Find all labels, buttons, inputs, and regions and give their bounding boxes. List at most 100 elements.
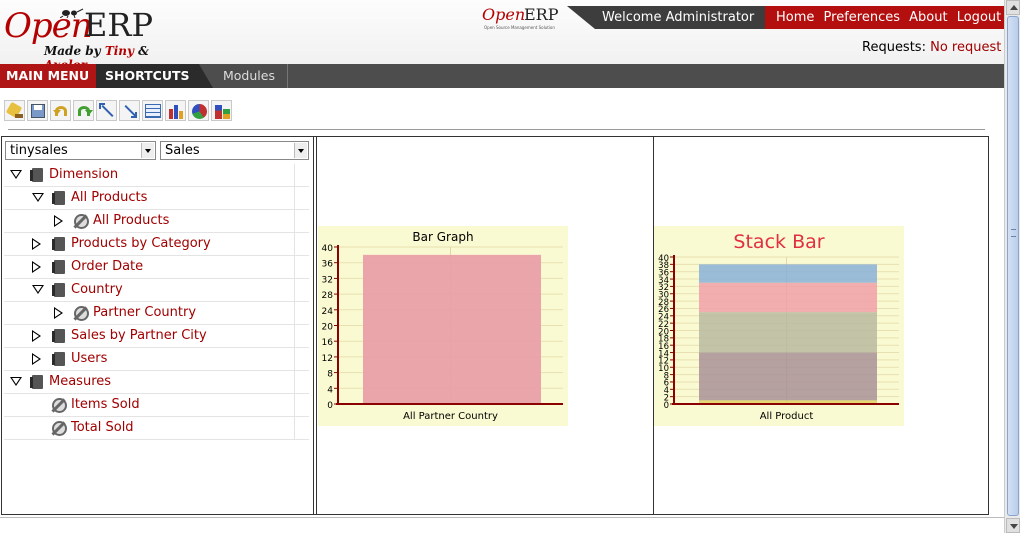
expand-toggle-icon[interactable] <box>54 215 63 227</box>
expand-toggle-icon[interactable] <box>32 261 41 273</box>
view-select[interactable]: Sales <box>160 141 309 160</box>
expand-toggle-icon[interactable] <box>32 353 41 365</box>
tree-item-label[interactable]: Partner Country <box>93 305 196 320</box>
collapse-toggle-icon[interactable] <box>10 377 22 386</box>
undo-icon[interactable] <box>50 100 71 121</box>
tree-row[interactable]: Products by Category <box>4 233 309 256</box>
chart-svg: Bar Graph 0 4 8 12 16 20 24 28 32 36 40 All Partner … <box>322 230 563 422</box>
view-select-value: Sales <box>165 143 200 158</box>
y-tick-label: 12 <box>322 354 333 364</box>
logout-link[interactable]: Logout <box>957 10 1002 25</box>
tree-item-label[interactable]: Order Date <box>71 259 143 274</box>
tree-item-label[interactable]: Measures <box>49 374 111 389</box>
tree-row[interactable]: Total Sold <box>4 417 309 440</box>
tree-row[interactable]: Users <box>4 348 309 371</box>
requests-value[interactable]: No request <box>930 40 1001 55</box>
vertical-scrollbar[interactable] <box>1004 0 1020 533</box>
y-tick-label: 16 <box>322 338 334 348</box>
gear-icon <box>74 214 89 229</box>
tree-row[interactable]: Order Date <box>4 256 309 279</box>
expand-toggle-icon[interactable] <box>54 307 63 319</box>
menu-bar: MAIN MENU SHORTCUTS Modules <box>0 64 1004 88</box>
header: Open ERP Made by Tiny & Axelor Open ERP … <box>0 0 1004 72</box>
chart-title: Bar Graph <box>412 230 473 244</box>
tree-row[interactable]: Partner Country <box>4 302 309 325</box>
dimension-pane: tinysales Sales Dimension All Products All… <box>2 137 314 514</box>
tree-column-divider <box>294 256 295 279</box>
tagline-prefix: Made by <box>44 44 105 58</box>
table-view-icon[interactable] <box>142 100 163 121</box>
top-links: Home Preferences About Logout <box>765 6 1004 29</box>
bar <box>363 254 541 404</box>
tree-column-divider <box>294 187 295 210</box>
tree-column-divider <box>294 302 295 325</box>
tree-item-label[interactable]: Sales by Partner City <box>71 328 207 343</box>
tree-column-divider <box>294 325 295 348</box>
y-tick-label: 0 <box>327 401 333 411</box>
tree-item-label[interactable]: All Products <box>71 190 147 205</box>
folder-icon <box>52 237 65 251</box>
dimension-tree: Dimension All Products All Products Product… <box>4 164 309 440</box>
bar-graph-chart: Bar Graph 0 4 8 12 16 20 24 28 32 36 40 All Partner … <box>318 226 568 426</box>
chevron-down-icon[interactable] <box>141 143 154 158</box>
tree-row[interactable]: All Products <box>4 210 309 233</box>
folder-icon <box>30 375 43 389</box>
collapse-toggle-icon[interactable] <box>10 170 22 179</box>
y-tick-label: 36 <box>322 260 334 270</box>
expand-icon[interactable] <box>96 100 117 121</box>
collapse-icon[interactable] <box>119 100 140 121</box>
small-logo-subtitle: Open Source Management Solution <box>484 25 555 30</box>
y-tick-label: 40 <box>322 244 334 254</box>
tree-row[interactable]: Measures <box>4 371 309 394</box>
tree-row[interactable]: Country <box>4 279 309 302</box>
cube-select[interactable]: tinysales <box>5 141 156 160</box>
main-menu-tab[interactable]: MAIN MENU <box>0 64 96 88</box>
openerp-logo[interactable]: Open ERP Made by Tiny & Axelor <box>4 6 194 72</box>
tree-item-label[interactable]: Products by Category <box>71 236 211 251</box>
scroll-down-icon[interactable] <box>1006 518 1020 533</box>
tree-item-label[interactable]: All Products <box>93 213 169 228</box>
expand-toggle-icon[interactable] <box>32 238 41 250</box>
scroll-up-icon[interactable] <box>1006 0 1020 15</box>
folder-icon <box>52 352 65 366</box>
tree-row[interactable]: Dimension <box>4 164 309 187</box>
chart-svg: Stack Bar0246810121416182022242628303234… <box>658 231 899 422</box>
home-link[interactable]: Home <box>776 10 814 25</box>
tree-item-label[interactable]: Dimension <box>49 167 118 182</box>
about-link[interactable]: About <box>909 10 947 25</box>
tagline-and: & <box>134 44 150 58</box>
logo-erp-text: ERP <box>84 6 153 44</box>
tree-item-label[interactable]: Country <box>71 282 123 297</box>
preferences-link[interactable]: Preferences <box>824 10 900 25</box>
modules-tab[interactable]: Modules <box>213 64 288 88</box>
pie-chart-icon[interactable] <box>188 100 209 121</box>
bar-chart-icon[interactable] <box>165 100 186 121</box>
collapse-toggle-icon[interactable] <box>32 285 44 294</box>
x-tick-label: All Partner Country <box>403 411 498 422</box>
expand-toggle-icon[interactable] <box>32 330 41 342</box>
tagline-tiny: Tiny <box>104 44 134 58</box>
stack-segment <box>699 282 877 313</box>
tree-row[interactable]: All Products <box>4 187 309 210</box>
save-icon[interactable] <box>27 100 48 121</box>
tree-column-divider <box>294 279 295 302</box>
small-logo-open: Open <box>482 5 526 24</box>
shortcuts-tab[interactable]: SHORTCUTS <box>96 64 213 88</box>
redo-icon[interactable] <box>73 100 94 121</box>
stack-segment <box>699 312 877 353</box>
stacked-chart-icon[interactable] <box>211 100 232 121</box>
tree-item-label[interactable]: Total Sold <box>71 420 134 435</box>
tree-column-divider <box>294 394 295 417</box>
gear-icon <box>52 398 67 413</box>
tree-row[interactable]: Items Sold <box>4 394 309 417</box>
chevron-down-icon[interactable] <box>294 143 307 158</box>
clear-icon[interactable] <box>4 100 25 121</box>
tree-item-label[interactable]: Users <box>71 351 107 366</box>
toolbar <box>4 100 232 122</box>
tree-row[interactable]: Sales by Partner City <box>4 325 309 348</box>
tree-item-label[interactable]: Items Sold <box>71 397 140 412</box>
scrollbar-thumb[interactable] <box>1007 16 1019 516</box>
y-tick-label: 24 <box>322 307 334 317</box>
cube-select-value: tinysales <box>10 143 68 158</box>
collapse-toggle-icon[interactable] <box>32 193 44 202</box>
